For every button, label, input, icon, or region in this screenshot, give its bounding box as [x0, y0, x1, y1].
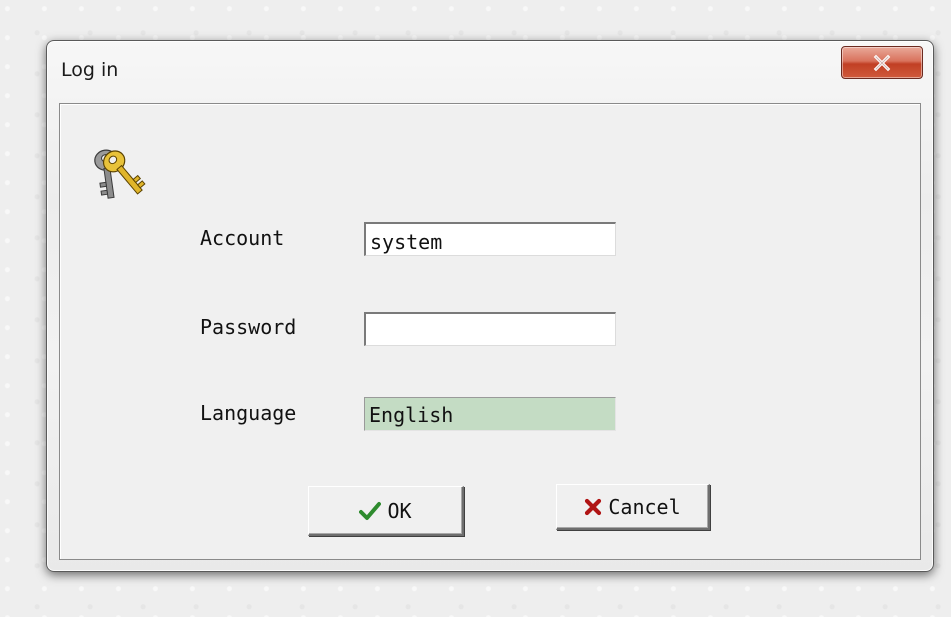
language-label: Language: [200, 401, 297, 425]
title-bar[interactable]: Log in: [47, 41, 933, 103]
cross-icon: [584, 498, 602, 516]
account-field[interactable]: [364, 222, 616, 256]
password-label: Password: [200, 315, 297, 339]
cancel-button-label: Cancel: [608, 494, 681, 519]
password-field[interactable]: [364, 312, 616, 346]
checkmark-icon: [359, 501, 382, 521]
language-field[interactable]: English: [364, 397, 616, 431]
close-x-icon: [873, 54, 891, 71]
ok-button[interactable]: OK: [308, 486, 464, 536]
account-label: Account: [200, 226, 285, 250]
dialog-body: Account Password Language English OK Can…: [59, 103, 921, 560]
close-button[interactable]: [841, 46, 923, 79]
login-window: Log in Account system Password Language …: [46, 40, 934, 572]
ok-button-label: OK: [387, 498, 412, 523]
window-title: Log in: [61, 59, 119, 81]
cancel-button[interactable]: Cancel: [556, 484, 710, 530]
keys-icon: [88, 146, 146, 206]
